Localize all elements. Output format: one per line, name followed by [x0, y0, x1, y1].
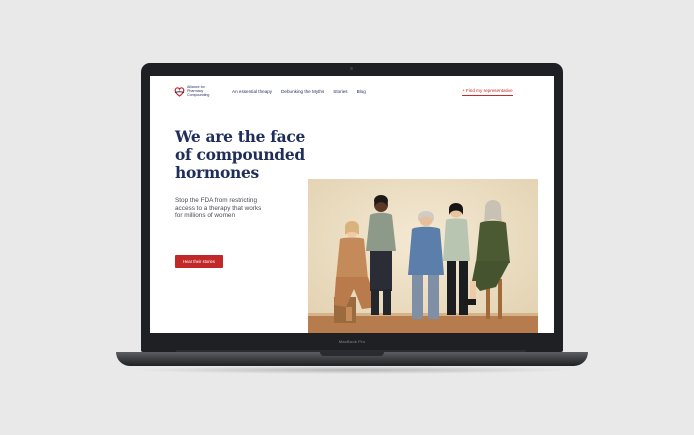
hero-subheading: Stop the FDA from restricting access to … [175, 197, 293, 220]
hero-photo [308, 179, 538, 333]
group-photo-illustration [308, 179, 538, 333]
laptop-base [116, 352, 588, 366]
headline-line: We are the face [175, 127, 306, 146]
nav-link-essential-therapy[interactable]: An essential theapy [232, 89, 272, 94]
laptop-shadow [130, 366, 574, 374]
site-header: Alliance for Pharmacy Compounding An ess… [150, 76, 554, 106]
subhead-line: access to a therapy that works [175, 204, 262, 212]
hear-stories-button[interactable]: Hear their stories [175, 255, 223, 268]
hero-headline: We are the face of compounded hormones [175, 128, 315, 182]
macbook-label: MacBook Pro [338, 339, 366, 344]
subhead-line: Stop the FDA from restricting [175, 197, 258, 204]
logo-mark-icon [174, 87, 185, 97]
logo-line: Compounding [187, 93, 210, 97]
headline-line: of compounded [175, 145, 305, 164]
laptop-screen: Alliance for Pharmacy Compounding An ess… [150, 76, 554, 333]
find-representative-link[interactable]: + Find my representative [462, 88, 513, 96]
site-logo[interactable]: Alliance for Pharmacy Compounding [174, 84, 234, 100]
nav-link-debunking-myths[interactable]: Debunking the Myths [281, 89, 324, 94]
logo-text: Alliance for Pharmacy Compounding [187, 85, 233, 97]
nav-link-stories[interactable]: Stories [333, 89, 347, 94]
main-nav: An essential theapy Debunking the Myths … [232, 89, 366, 94]
subhead-line: for millions of women [175, 212, 236, 219]
laptop-lid: Alliance for Pharmacy Compounding An ess… [141, 63, 563, 352]
nav-link-blog[interactable]: Blog [357, 89, 366, 94]
camera-icon [350, 67, 353, 70]
headline-line: hormones [175, 163, 259, 182]
trackpad-notch [320, 352, 384, 356]
